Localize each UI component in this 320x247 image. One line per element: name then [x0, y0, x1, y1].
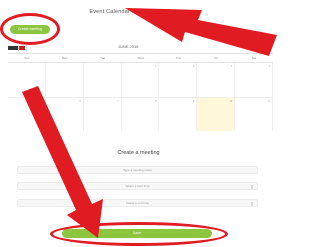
prev-month-button[interactable] [8, 46, 18, 50]
weekday-label: Sun [24, 56, 30, 60]
weekday-label: Thu [175, 56, 181, 60]
day-number: 3 [230, 65, 233, 68]
weekday-label: Tue [100, 56, 106, 60]
calendar-day[interactable]: 9 [159, 98, 198, 132]
calendar-day-today[interactable]: 10 [197, 98, 236, 132]
calendar-week: 1 2 3 4 [8, 63, 274, 98]
calendar-day[interactable]: 3 [197, 63, 236, 97]
day-number: 4 [268, 65, 271, 68]
calendar-day[interactable]: 8 [122, 98, 160, 132]
day-number: 5 [41, 100, 43, 103]
day-number: 8 [155, 100, 157, 103]
weekday-header: Sun Mon Tue Wed Thu Fri Sat [8, 54, 273, 63]
weekday-label: Sat [251, 56, 257, 60]
end-time-field[interactable]: Select a end time ▯ [17, 199, 258, 207]
calendar-day[interactable]: 7 [84, 98, 122, 132]
modal-title: Create a meeting [117, 150, 160, 156]
calendar-week: 5 6 7 8 9 10 11 [8, 98, 274, 133]
day-number: 7 [117, 100, 119, 103]
day-number: 9 [192, 100, 195, 103]
day-number: 11 [267, 100, 271, 103]
day-number: 6 [79, 100, 81, 103]
day-number: 2 [192, 65, 195, 68]
next-month-button[interactable] [19, 46, 25, 50]
calendar-day[interactable]: 4 [235, 63, 274, 97]
calendar-day[interactable] [84, 63, 122, 97]
calendar-day[interactable] [46, 63, 84, 97]
end-time-placeholder: Select a end time [125, 201, 150, 205]
meeting-name-placeholder: Type a meeting name [123, 168, 152, 172]
weekday-label: Mon [61, 56, 68, 60]
weekday-label: Fri [214, 56, 218, 60]
meeting-name-field[interactable]: Type a meeting name [17, 166, 258, 174]
start-time-field[interactable]: Select a start time ▯ [17, 182, 258, 190]
calendar-day[interactable]: 1 [122, 63, 160, 97]
month-label: JUNE 2016 [118, 44, 139, 49]
calendar-day[interactable]: 2 [159, 63, 198, 97]
calendar-grid: Sun Mon Tue Wed Thu Fri Sat 1 2 3 4 5 6 … [8, 53, 274, 133]
calendar-day[interactable]: 6 [46, 98, 84, 132]
annotation-arrow-right [125, 8, 277, 56]
calendar-nav [8, 46, 25, 50]
day-number: 10 [229, 100, 233, 103]
highlight-circle-top [0, 13, 60, 45]
calendar-icon[interactable]: ▯ [251, 201, 253, 206]
calendar-icon[interactable]: ▯ [251, 184, 253, 189]
highlight-circle-bottom [50, 222, 228, 246]
weekday-label: Wed [137, 56, 144, 60]
calendar-day[interactable]: 11 [235, 98, 274, 132]
day-number: 1 [155, 65, 157, 68]
start-time-placeholder: Select a start time [125, 184, 150, 188]
calendar-day[interactable] [8, 63, 46, 97]
calendar-day[interactable]: 5 [8, 98, 46, 132]
